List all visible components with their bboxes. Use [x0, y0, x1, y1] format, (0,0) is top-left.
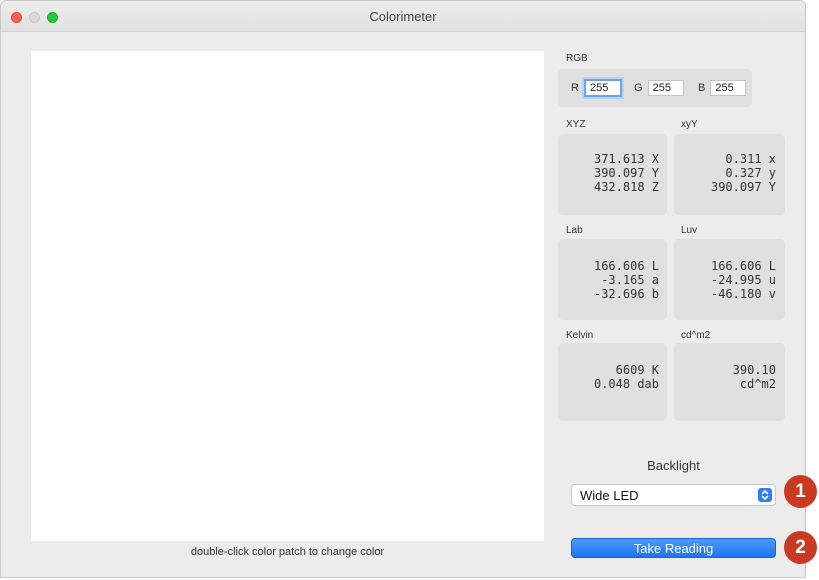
xyz-values: 371.613 X 390.097 Y 432.818 Z: [558, 134, 667, 215]
luv-label: Luv: [681, 225, 698, 236]
r-letter: R: [571, 82, 579, 94]
r-input[interactable]: 255: [584, 79, 623, 97]
backlight-label: Backlight: [647, 458, 700, 473]
backlight-select[interactable]: Wide LED: [571, 484, 776, 506]
xyy-yy-value: 390.097 Y: [710, 180, 776, 194]
kelvin-dab-value: 0.048 dab: [593, 377, 659, 391]
kelvin-temperature-value: 6609 K: [615, 363, 659, 377]
luv-v-value: -46.180 v: [710, 287, 776, 301]
updown-chevron-icon: [758, 488, 772, 502]
lab-b-value: -32.696 b: [593, 287, 659, 301]
backlight-selected-value: Wide LED: [580, 488, 639, 503]
cdm2-unit: cd^m2: [739, 377, 776, 391]
luv-values: 166.606 L -24.995 u -46.180 v: [674, 239, 785, 320]
luv-l-value: 166.606 L: [710, 259, 776, 273]
color-patch[interactable]: [31, 51, 544, 541]
colorimeter-window: Colorimeter double-click color patch to …: [0, 0, 806, 578]
lab-label: Lab: [566, 225, 583, 236]
b-field: B 255: [698, 80, 747, 96]
lab-a-value: -3.165 a: [601, 273, 659, 287]
b-letter: B: [698, 82, 706, 94]
take-reading-button[interactable]: Take Reading: [571, 538, 776, 558]
xyy-values: 0.311 x 0.327 y 390.097 Y: [674, 134, 785, 215]
callout-badge-1: 1: [784, 475, 817, 508]
r-field: R 255: [571, 79, 623, 97]
g-input[interactable]: 255: [647, 80, 684, 96]
callout-badge-2: 2: [784, 531, 817, 564]
b-input[interactable]: 255: [710, 80, 747, 96]
rgb-label: RGB: [566, 53, 588, 64]
xyz-y-value: 390.097 Y: [593, 166, 659, 180]
xyy-x-value: 0.311 x: [725, 152, 776, 166]
cdm2-value: 390.10: [732, 363, 776, 377]
xyz-label: XYZ: [566, 119, 586, 130]
lab-values: 166.606 L -3.165 a -32.696 b: [558, 239, 667, 320]
luv-u-value: -24.995 u: [710, 273, 776, 287]
title-bar: Colorimeter: [1, 1, 805, 32]
kelvin-values: 6609 K 0.048 dab: [558, 343, 667, 421]
cdm2-values: 390.10 cd^m2: [674, 343, 785, 421]
xyy-label: xyY: [681, 119, 698, 130]
xyz-x-value: 371.613 X: [593, 152, 659, 166]
xyy-y-value: 0.327 y: [725, 166, 776, 180]
window-title: Colorimeter: [369, 9, 437, 24]
g-field: G 255: [634, 80, 684, 96]
color-patch-hint: double-click color patch to change color: [190, 546, 385, 558]
kelvin-label: Kelvin: [566, 330, 594, 341]
lab-l-value: 166.606 L: [593, 259, 659, 273]
cdm2-label: cd^m2: [681, 330, 711, 341]
xyz-z-value: 432.818 Z: [593, 180, 659, 194]
g-letter: G: [634, 82, 643, 94]
